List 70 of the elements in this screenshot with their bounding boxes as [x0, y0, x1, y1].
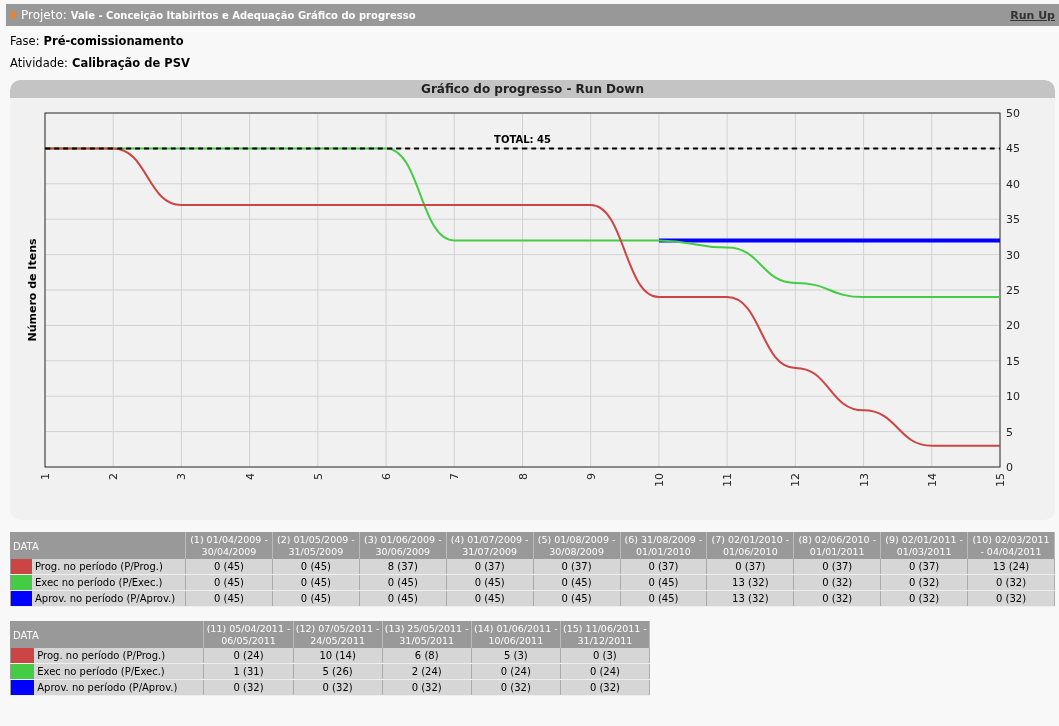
table-header-cell: DATA: [10, 532, 186, 559]
table-header-cell: (4) 01/07/2009 - 31/07/2009: [446, 532, 534, 559]
y-tick-label: 45: [1006, 142, 1020, 156]
table-header-cell: (6) 31/08/2009 - 01/01/2010: [620, 532, 707, 559]
table-header-cell: (1) 01/04/2009 - 30/04/2009: [185, 532, 273, 559]
x-tick-label: 10: [652, 473, 666, 487]
total-label: TOTAL: 45: [494, 134, 551, 146]
x-tick-label: 2: [107, 473, 121, 480]
table-header-cell: (8) 02/06/2010 - 01/01/2011: [793, 532, 881, 559]
table-cell: 0 (45): [185, 559, 273, 575]
y-tick-label: 25: [1006, 284, 1020, 297]
x-tick-label: 9: [584, 473, 598, 480]
table-header-cell: (2) 01/05/2009 - 31/05/2009: [272, 532, 360, 559]
table-cell: 6 (8): [382, 648, 472, 664]
field-value: Pré-comissionamento: [43, 34, 184, 48]
run-up-link[interactable]: Run Up: [1010, 8, 1055, 22]
table-cell: 0 (37): [620, 559, 707, 575]
y-tick-label: 5: [1006, 425, 1013, 439]
x-tick-label: 12: [789, 473, 803, 487]
project-name: Vale - Conceição Itabiritos e Adequação Gráfico do progresso: [70, 9, 417, 21]
y-tick-label: 50: [1006, 107, 1020, 120]
table-header-cell: (14) 01/06/2011 - 10/06/2011: [471, 621, 561, 648]
x-tick-label: 7: [448, 473, 462, 480]
y-tick-label: 0: [1006, 461, 1013, 474]
y-tick-label: 30: [1006, 248, 1020, 262]
table-header-cell: DATA: [10, 621, 204, 648]
x-tick-label: 3: [175, 473, 189, 480]
table-row-label: Prog. no período (P/Prog.): [31, 559, 186, 575]
table-header-cell: (13) 25/05/2011 - 31/05/2011: [382, 621, 472, 648]
field-label: Atividade:: [10, 56, 68, 70]
x-tick-label: 5: [311, 473, 325, 480]
table-cell: 0 (45): [272, 559, 360, 575]
table-header-cell: (11) 05/04/2011 - 06/05/2011: [204, 621, 294, 648]
table-header-cell: (9) 02/01/2011 - 01/03/2011: [880, 532, 968, 559]
table-header-cell: (15) 11/06/2011 - 31/12/2011: [560, 621, 650, 648]
x-tick-label: 13: [857, 473, 871, 487]
x-tick-label: 15: [994, 473, 1007, 487]
field-value: Calibração de PSV: [71, 56, 190, 70]
table-header-cell: (7) 02/01/2010 - 01/06/2010: [706, 532, 794, 559]
project-label: Projeto:: [21, 8, 67, 22]
table-header-cell: (5) 01/08/2009 - 30/08/2009: [533, 532, 620, 559]
x-tick-label: 8: [516, 473, 530, 480]
table-cell: 10 (14): [293, 648, 383, 664]
y-tick-label: 15: [1006, 354, 1020, 368]
table-cell: 0 (24): [204, 648, 294, 664]
table-header-cell: (3) 01/06/2009 - 30/06/2009: [359, 532, 447, 559]
table-cell: 0 (37): [446, 559, 534, 575]
y-tick-label: 20: [1006, 319, 1020, 333]
table-cell: 8 (37): [359, 559, 447, 575]
table-row-label: Prog. no período (P/Prog.): [34, 648, 204, 664]
table-header-cell: (12) 07/05/2011 - 24/05/2011: [293, 621, 383, 648]
y-axis-title: Número de Itens: [26, 238, 39, 342]
table-cell: 0 (3): [560, 648, 650, 664]
x-tick-label: 4: [243, 473, 257, 480]
x-tick-label: 14: [925, 473, 939, 487]
table-cell: 0 (37): [706, 559, 794, 575]
x-tick-label: 6: [380, 473, 394, 480]
x-tick-label: 11: [721, 473, 735, 487]
x-tick-label: 1: [39, 473, 52, 480]
table-cell: 13 (24): [967, 559, 1055, 575]
y-tick-label: 40: [1006, 177, 1020, 191]
table-cell: 0 (37): [880, 559, 968, 575]
field-label: Fase:: [10, 34, 40, 48]
y-tick-label: 35: [1006, 213, 1020, 227]
table-header-cell: (10) 02/03/2011 - 04/04/2011: [967, 532, 1055, 559]
table-cell: 0 (37): [533, 559, 620, 575]
table-cell: 5 (3): [471, 648, 561, 664]
y-tick-label: 10: [1006, 390, 1020, 404]
table-cell: 0 (37): [793, 559, 881, 575]
chart-title: Gráfico do progresso - Run Down: [10, 80, 1055, 98]
